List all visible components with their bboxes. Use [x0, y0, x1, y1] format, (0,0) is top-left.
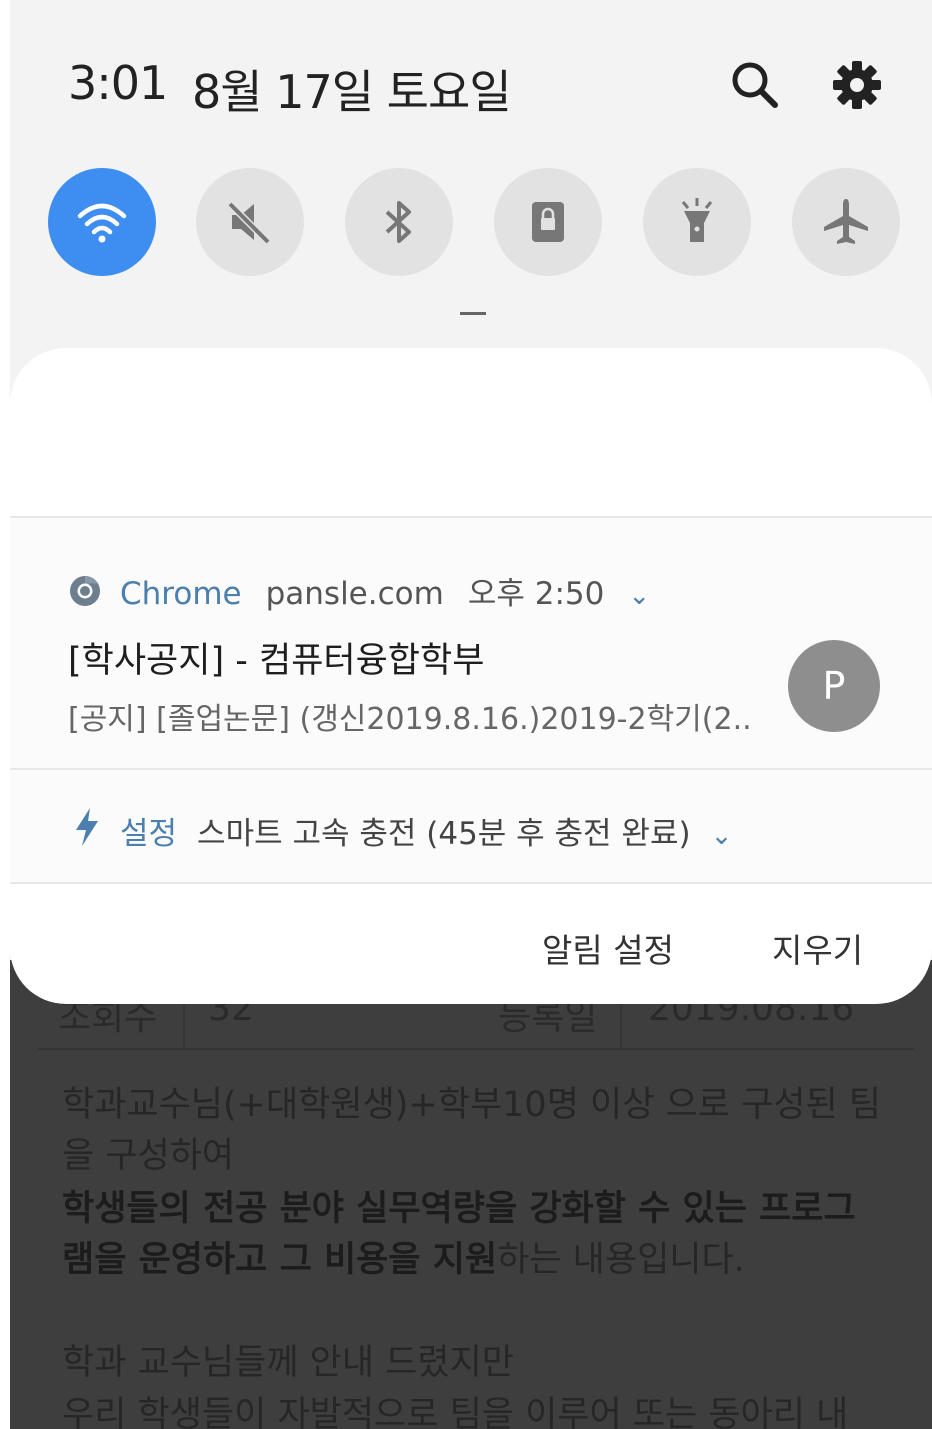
divider: [10, 882, 932, 884]
chrome-notification[interactable]: Chrome pansle.com 오후 2:50 ⌄ [학사공지] - 컴퓨터융합학…: [10, 518, 932, 768]
bluetooth-toggle[interactable]: [345, 168, 453, 276]
rotation-lock-icon: [532, 202, 564, 242]
gear-icon[interactable]: [830, 58, 884, 112]
post-body-line: 학생들의 전공 분야 실무역량을 강화할 수 있는 프로그: [62, 1184, 882, 1235]
post-body-line: 우리 학생들이 자발적으로 팀을 이루어 또는 동아리 내: [62, 1395, 849, 1429]
search-icon[interactable]: [728, 58, 782, 112]
mute-icon: [227, 201, 271, 245]
lightning-icon: [76, 808, 98, 846]
app-name: 설정: [120, 816, 178, 852]
avatar: P: [788, 640, 880, 732]
chrome-icon: [70, 576, 100, 606]
post-body-line: 램을 운영하고 그 비용을 지원하는 내용입니다.: [62, 1235, 882, 1286]
charging-notification[interactable]: 설정 스마트 고속 충전 (45분 후 충전 완료) ⌄: [10, 770, 932, 882]
notification-header: Chrome pansle.com 오후 2:50 ⌄: [120, 568, 650, 613]
post-body-line: 학과교수님(+대학원생)+학부10명 이상 으로 구성된 팀: [62, 1085, 882, 1125]
clock: 3:01: [68, 56, 168, 110]
body-text: 하는 내용입니다.: [497, 1240, 745, 1280]
chevron-down-icon[interactable]: ⌄: [628, 581, 650, 611]
notification-time: 오후 2:50: [467, 576, 605, 612]
date: 8월 17일 토요일: [192, 65, 512, 119]
airplane-icon: [824, 199, 868, 244]
bold-text: 램을 운영하고 그 비용을 지원: [62, 1240, 498, 1280]
charging-status: 스마트 고속 충전 (45분 후 충전 완료): [197, 816, 691, 852]
airplane-toggle[interactable]: [792, 168, 900, 276]
site-name: pansle.com: [265, 576, 444, 612]
notification-panel: Chrome pansle.com 오후 2:50 ⌄ [학사공지] - 컴퓨터융합학…: [10, 348, 932, 1004]
bold-text: 학생들의 전공 분야 실무역량을 강화할 수 있는 프로그: [62, 1189, 856, 1229]
app-name: Chrome: [120, 576, 242, 612]
background-page: 조회수 32 등록일 2019.08.16 학과교수님(+대학원생)+학부10명…: [10, 960, 932, 1429]
chevron-down-icon[interactable]: ⌄: [711, 821, 733, 851]
notification-body: [공지] [졸업논문] (갱신2019.8.16.)2019-2학기(2..: [68, 702, 752, 737]
sound-toggle[interactable]: [196, 168, 304, 276]
post-body-line: 을 구성하여: [62, 1136, 235, 1176]
flashlight-icon: [681, 198, 713, 242]
post-body-line: 학과 교수님들께 안내 드렸지만: [62, 1343, 514, 1383]
drag-handle[interactable]: [460, 312, 486, 315]
notification-settings-button[interactable]: 알림 설정: [542, 924, 674, 972]
bluetooth-icon: [385, 201, 411, 243]
rotation-lock-toggle[interactable]: [494, 168, 602, 276]
notification-title: [학사공지] - 컴퓨터융합학부: [68, 641, 485, 681]
wifi-icon: [77, 203, 127, 243]
charging-content: 설정 스마트 고속 충전 (45분 후 충전 완료) ⌄: [120, 808, 732, 853]
wifi-toggle[interactable]: [48, 168, 156, 276]
flashlight-toggle[interactable]: [643, 168, 751, 276]
clear-button[interactable]: 지우기: [772, 924, 863, 972]
screen: 조회수 32 등록일 2019.08.16 학과교수님(+대학원생)+학부10명…: [10, 0, 932, 1429]
